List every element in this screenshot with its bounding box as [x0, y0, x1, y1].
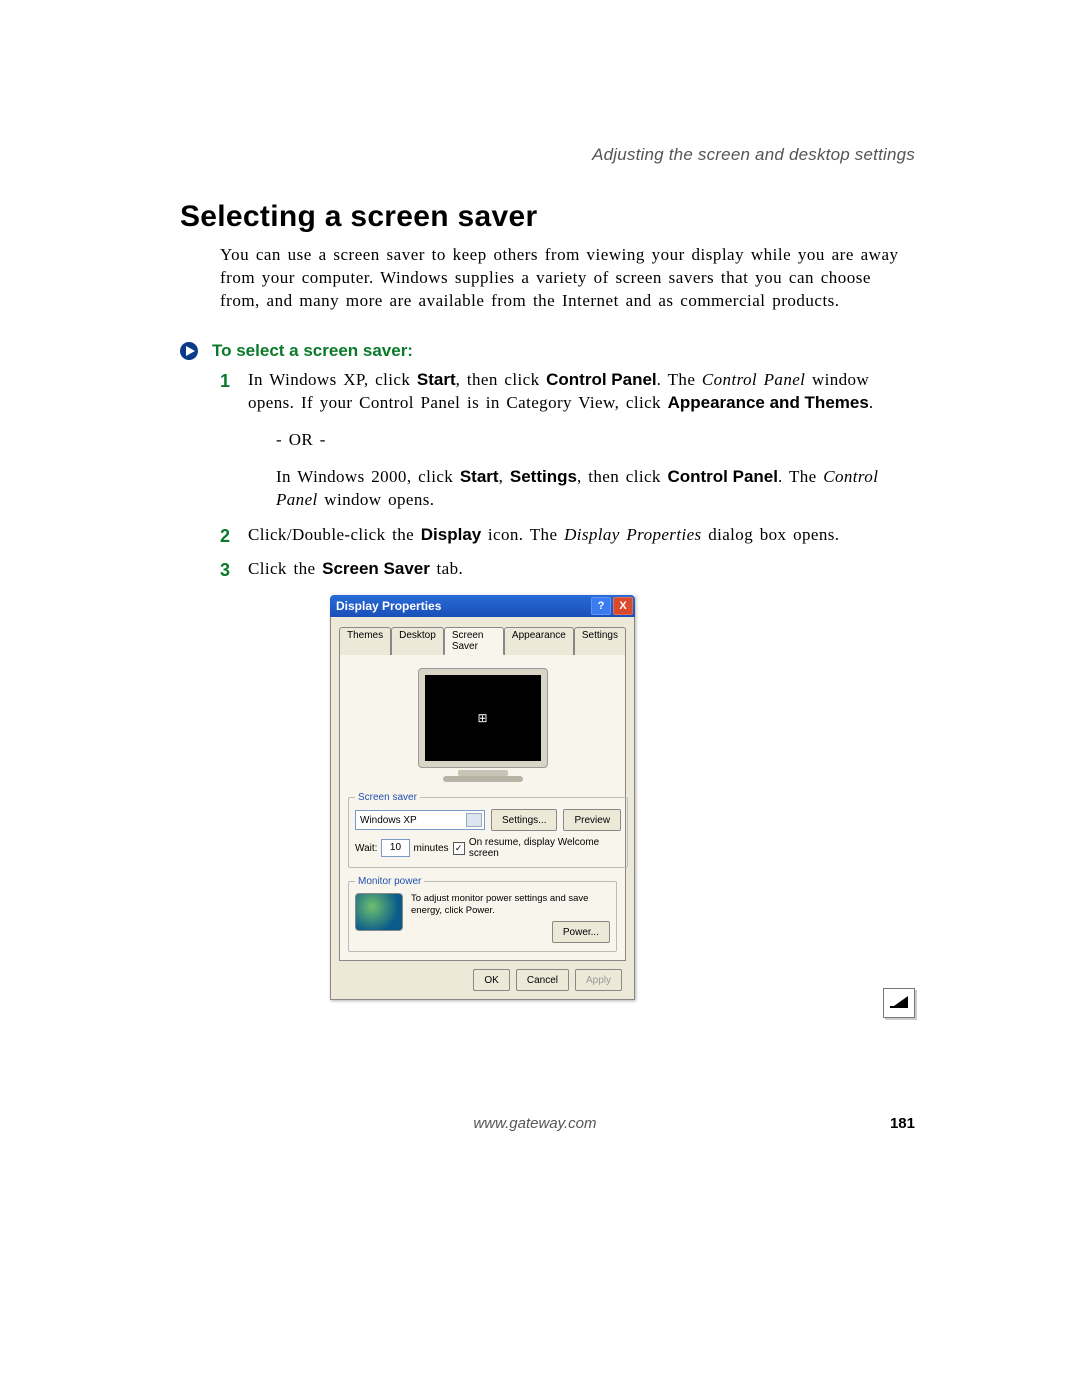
settings-button[interactable]: Settings... [491, 809, 557, 831]
text: . [869, 393, 874, 412]
text: . The [778, 467, 823, 486]
footer-url: www.gateway.com [180, 1115, 890, 1132]
step-number: 2 [220, 524, 230, 548]
monitor-preview: ⊞ [348, 664, 617, 784]
ok-button[interactable]: OK [473, 969, 509, 991]
wait-unit: minutes [414, 843, 449, 854]
wait-spinner[interactable]: 10 [381, 839, 409, 857]
close-button[interactable]: X [613, 597, 633, 615]
text: , then click [456, 370, 547, 389]
resume-checkbox[interactable]: ✓ [453, 842, 465, 855]
or-separator: - OR - [276, 429, 915, 452]
bold: Start [460, 467, 499, 486]
dialog-titlebar: Display Properties ? X [330, 595, 635, 617]
apply-button[interactable]: Apply [575, 969, 622, 991]
help-button[interactable]: ? [591, 597, 611, 615]
bold: Display [421, 525, 481, 544]
page-footer: www.gateway.com 181 [180, 1115, 915, 1132]
windows-logo-icon: ⊞ [477, 711, 487, 725]
steps-list: 1 In Windows XP, click Start, then click… [220, 369, 915, 582]
step-2: 2 Click/Double-click the Display icon. T… [220, 524, 915, 547]
tab-settings[interactable]: Settings [574, 627, 626, 655]
preview-button[interactable]: Preview [563, 809, 621, 831]
page-number: 181 [890, 1115, 915, 1132]
resume-label: On resume, display Welcome screen [469, 837, 621, 859]
group-label: Screen saver [355, 792, 420, 803]
italic: Display Properties [564, 525, 701, 544]
tab-desktop[interactable]: Desktop [391, 627, 444, 655]
text: window opens. [318, 490, 435, 509]
text: tab. [430, 559, 463, 578]
tab-themes[interactable]: Themes [339, 627, 391, 655]
text: . The [657, 370, 702, 389]
tab-appearance[interactable]: Appearance [504, 627, 574, 655]
cancel-button[interactable]: Cancel [516, 969, 569, 991]
text: In Windows XP, click [248, 370, 417, 389]
screensaver-group: Screen saver Windows XP Settings... Prev… [348, 792, 628, 868]
italic: Control Panel [702, 370, 805, 389]
dialog-title: Display Properties [336, 599, 441, 613]
back-arrow-icon [883, 988, 915, 1018]
task-title: To select a screen saver: [212, 341, 413, 361]
step-1-alt: In Windows 2000, click Start, Settings, … [276, 466, 915, 512]
bold: Screen Saver [322, 559, 430, 578]
group-label: Monitor power [355, 876, 424, 887]
step-3: 3 Click the Screen Saver tab. [220, 558, 915, 581]
text: icon. The [481, 525, 564, 544]
bold: Appearance and Themes [668, 393, 869, 412]
text: , then click [577, 467, 668, 486]
monitor-power-group: Monitor power To adjust monitor power se… [348, 876, 617, 952]
bold: Control Panel [667, 467, 778, 486]
section-title: Selecting a screen saver [180, 200, 915, 234]
energy-globe-icon [355, 893, 403, 931]
step-1: 1 In Windows XP, click Start, then click… [220, 369, 915, 512]
intro-paragraph: You can use a screen saver to keep other… [220, 244, 915, 313]
text: , [499, 467, 510, 486]
text: Click/Double-click the [248, 525, 421, 544]
play-arrow-icon [180, 342, 202, 360]
text: In Windows 2000, click [276, 467, 460, 486]
screensaver-dropdown[interactable]: Windows XP [355, 810, 485, 830]
display-properties-dialog: Display Properties ? X Themes Desktop Sc… [330, 595, 635, 1000]
text: Click the [248, 559, 322, 578]
wait-label: Wait: [355, 843, 377, 854]
text: dialog box opens. [702, 525, 840, 544]
bold: Settings [510, 467, 577, 486]
step-number: 3 [220, 558, 230, 582]
step-number: 1 [220, 369, 230, 393]
bold: Start [417, 370, 456, 389]
bold: Control Panel [546, 370, 657, 389]
power-button[interactable]: Power... [552, 921, 610, 943]
dialog-tabs: Themes Desktop Screen Saver Appearance S… [339, 626, 626, 655]
tab-screensaver[interactable]: Screen Saver [444, 627, 504, 655]
chapter-header: Adjusting the screen and desktop setting… [180, 145, 915, 165]
monitor-power-text: To adjust monitor power settings and sav… [411, 893, 610, 917]
